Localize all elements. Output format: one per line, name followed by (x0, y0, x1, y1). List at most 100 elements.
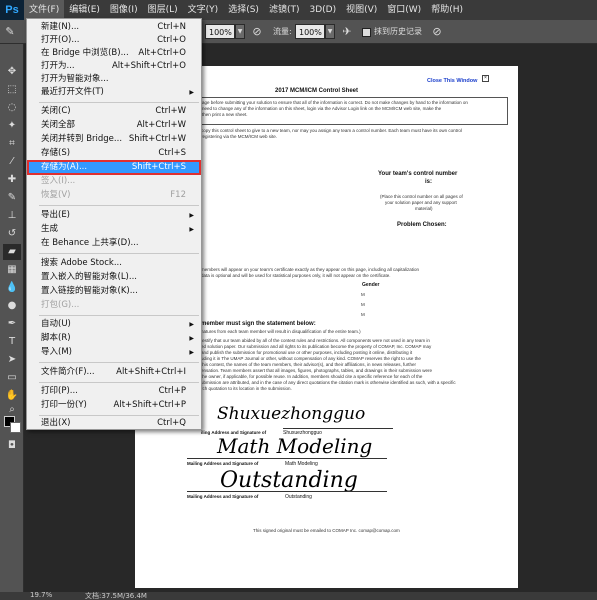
gradient-tool-icon[interactable]: ▦ (3, 262, 21, 278)
menu-search-stock[interactable]: 搜索 Adobe Stock... (28, 257, 200, 270)
submenu-arrow-icon: ▶ (189, 335, 194, 342)
history-label: 抹到历史记录 (374, 27, 422, 36)
menu-separator (39, 205, 199, 206)
signature-3-name: Outstanding (285, 494, 312, 500)
attach-note-1: (Place this control number on all pages … (380, 194, 463, 199)
history-brush-tool-icon[interactable]: ↺ (3, 226, 21, 242)
menu-check-in[interactable]: 签入(I)... (28, 175, 200, 188)
control-number-sub: is: (425, 179, 433, 185)
zoom-level[interactable]: 19.7% (30, 591, 52, 599)
pressure-size-icon[interactable]: ⊘ (430, 25, 444, 39)
flow-field[interactable]: 100% (295, 24, 325, 39)
menu-import[interactable]: 导入(M) ▶ (28, 346, 200, 359)
names-note-1: members will appear on your team's certi… (201, 267, 419, 272)
menu-new[interactable]: 新建(N)... Ctrl+N (28, 21, 200, 34)
gender-label: Gender (362, 282, 380, 288)
gender-value-1: M (361, 292, 365, 297)
menu-layer[interactable]: 图层(L) (143, 0, 183, 20)
clone-stamp-tool-icon[interactable]: ⊥ (3, 208, 21, 224)
submenu-arrow-icon: ▶ (189, 321, 194, 328)
names-note-2: data is optional and will be used for st… (201, 273, 391, 278)
brush-tool-icon[interactable]: ✎ (3, 190, 21, 206)
pressure-opacity-icon[interactable]: ⊘ (250, 25, 264, 39)
statement-line-3: and publish the submission for promotion… (201, 350, 413, 355)
menu-file[interactable]: 文件(F) (24, 0, 65, 20)
intro-line-3: then print a new sheet. (202, 112, 248, 117)
menu-type[interactable]: 文字(Y) (183, 0, 224, 20)
flow-dropdown[interactable]: ▼ (325, 24, 335, 39)
crop-tool-icon[interactable]: ⌗ (3, 136, 21, 152)
menu-view[interactable]: 视图(V) (341, 0, 382, 20)
intro-line-2: need to change any of the information on… (202, 106, 442, 111)
menu-close-all[interactable]: 关闭全部 Alt+Ctrl+W (28, 119, 200, 132)
submenu-arrow-icon: ▶ (189, 226, 194, 233)
eraser-icon[interactable]: ✎ (3, 25, 17, 39)
healing-tool-icon[interactable]: ✚ (3, 172, 21, 188)
move-tool-icon[interactable]: ✥ (3, 64, 21, 80)
signature-3-label: Mailing Address and Signature of (187, 494, 259, 499)
menu-close-go-bridge[interactable]: 关闭并转到 Bridge... Shift+Ctrl+W (28, 133, 200, 146)
pen-tool-icon[interactable]: ✒ (3, 316, 21, 332)
menu-edit[interactable]: 编辑(E) (64, 0, 105, 20)
path-select-tool-icon[interactable]: ➤ (3, 352, 21, 368)
menu-scripts[interactable]: 脚本(R) ▶ (28, 332, 200, 345)
statement-sub: natures from each team member will resul… (201, 329, 361, 334)
menu-place-linked[interactable]: 置入链接的智能对象(K)... (28, 285, 200, 298)
opacity-field[interactable]: 100% (205, 24, 235, 39)
signature-1-line (283, 428, 393, 429)
flow-label: 流量: (273, 27, 292, 36)
gender-value-2: M (361, 302, 365, 307)
quick-select-tool-icon[interactable]: ✦ (3, 118, 21, 134)
menu-open[interactable]: 打开(O)... Ctrl+O (28, 34, 200, 47)
menu-recent-files[interactable]: 最近打开文件(T) ▶ (28, 86, 200, 99)
menu-select[interactable]: 选择(S) (223, 0, 264, 20)
menu-save-as[interactable]: 存储为(A)... Shift+Ctrl+S (27, 160, 201, 175)
quick-mask-icon[interactable]: ◘ (3, 438, 21, 454)
lasso-tool-icon[interactable]: ◌ (3, 100, 21, 116)
eraser-tool-icon[interactable]: ▰ (3, 244, 21, 260)
submenu-arrow-icon: ▶ (189, 212, 194, 219)
menu-open-as[interactable]: 打开为... Alt+Shift+Ctrl+O (28, 60, 200, 73)
menu-automate[interactable]: 自动(U) ▶ (28, 318, 200, 331)
menu-open-smart-object[interactable]: 打开为智能对象... (28, 73, 200, 86)
eyedropper-tool-icon[interactable]: ⁄ (3, 154, 21, 170)
menu-export[interactable]: 导出(E) ▶ (28, 209, 200, 222)
menu-generate[interactable]: 生成 ▶ (28, 223, 200, 236)
menu-package[interactable]: 打包(G)... (28, 299, 200, 312)
menu-exit[interactable]: 退出(X) Ctrl+Q (28, 417, 200, 430)
menu-place-embedded[interactable]: 置入嵌入的智能对象(L)... (28, 271, 200, 284)
shape-tool-icon[interactable]: ▭ (3, 370, 21, 386)
menu-window[interactable]: 窗口(W) (382, 0, 426, 20)
menu-revert[interactable]: 恢复(V) F12 (28, 189, 200, 202)
menu-help[interactable]: 帮助(H) (426, 0, 468, 20)
menu-image[interactable]: 图像(I) (105, 0, 143, 20)
menu-3d[interactable]: 3D(D) (304, 0, 341, 20)
menu-separator (39, 415, 199, 416)
attach-note-3: material) (415, 206, 433, 211)
menu-share-behance[interactable]: 在 Behance 上共享(D)... (28, 237, 200, 250)
menu-close[interactable]: 关闭(C) Ctrl+W (28, 105, 200, 118)
marquee-tool-icon[interactable]: ⬚ (3, 82, 21, 98)
submenu-arrow-icon: ▶ (189, 349, 194, 356)
background-color-swatch[interactable] (10, 422, 21, 433)
statement-line-7: the owner, if applicable, for possible r… (201, 374, 423, 379)
document-info: 文档:37.5M/36.4M (85, 592, 147, 600)
statement-line-9: rch quotation to its location in the sub… (201, 386, 292, 391)
history-checkbox[interactable] (362, 28, 371, 37)
menu-file-info[interactable]: 文件简介(F)... Alt+Shift+Ctrl+I (28, 366, 200, 379)
statement-heading: member must sign the statement below: (201, 321, 316, 327)
opacity-dropdown[interactable]: ▼ (235, 24, 245, 39)
type-tool-icon[interactable]: T (3, 334, 21, 350)
blur-tool-icon[interactable]: 💧 (3, 280, 21, 296)
menu-print-one[interactable]: 打印一份(Y) Alt+Shift+Ctrl+P (28, 399, 200, 412)
close-icon[interactable]: × (482, 75, 489, 82)
airbrush-icon[interactable]: ✈ (340, 25, 354, 39)
close-window-link[interactable]: Close This Window (427, 78, 477, 84)
menu-print[interactable]: 打印(P)... Ctrl+P (28, 385, 200, 398)
statement-line-8: ubmission are attributed, and in the cas… (201, 380, 456, 385)
dodge-tool-icon[interactable]: ● (3, 298, 21, 314)
menu-filter[interactable]: 滤镜(T) (264, 0, 305, 20)
menu-save[interactable]: 存储(S) Ctrl+S (28, 147, 200, 160)
menu-browse-bridge[interactable]: 在 Bridge 中浏览(B)... Alt+Ctrl+O (28, 47, 200, 60)
sheet-title: 2017 MCM/ICM Control Sheet (275, 88, 359, 94)
